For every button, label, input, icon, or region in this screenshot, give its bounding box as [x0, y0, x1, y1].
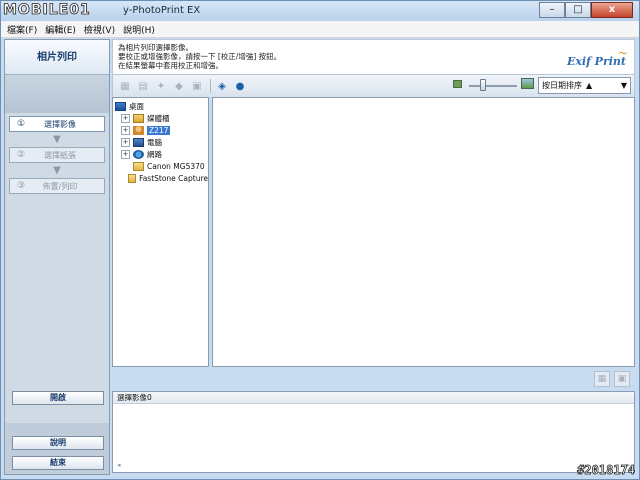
tree-item-label: 媒體櫃: [147, 113, 170, 123]
step-label: 選擇紙張: [44, 150, 76, 160]
computer-icon: [133, 137, 144, 147]
folder-icon: [133, 161, 144, 171]
minimize-button[interactable]: –: [539, 2, 565, 18]
tree-item-library[interactable]: + 媒體櫃: [115, 112, 208, 124]
horizontal-scrollbar[interactable]: ◂ ▸: [114, 461, 633, 471]
tree-item-folder[interactable]: FastStone Capture: [115, 172, 208, 184]
app-window: MOBILE01 y-PhotoPrint EX – □ x 檔案(F) 編輯(…: [0, 0, 640, 480]
zoom-slider-thumb[interactable]: [480, 79, 486, 91]
maximize-button[interactable]: □: [565, 2, 591, 18]
step-layout-print[interactable]: ③ 佈置/列印: [9, 178, 105, 194]
selection-toolbar: ▦ ▣: [112, 369, 635, 389]
network-icon: [133, 149, 144, 159]
browser-area: 桌面 + 媒體櫃 + Z217 + 電腦 + 網路 Canon MG5370 F…: [112, 97, 635, 367]
watermark-logo: MOBILE01: [3, 2, 91, 19]
main-area: 為相片列印選擇影像。 要校正或增強影像，請按一下 [校正/增強] 按鈕。 在結果…: [112, 39, 635, 475]
tree-item-label: 網路: [147, 149, 162, 159]
tree-item-label: Z217: [147, 125, 171, 135]
expand-icon[interactable]: +: [121, 113, 130, 123]
help-button[interactable]: 說明: [12, 436, 104, 450]
arrow-down-icon: ▼: [53, 165, 61, 176]
chevron-down-icon[interactable]: ▼: [621, 81, 627, 90]
scan-icon[interactable]: ◈: [214, 79, 230, 93]
toolbar: ▦ ▤ ✦ ◆ ▣ ◈ ● 按日期排序 ▲ ▼: [112, 75, 635, 97]
selected-images-pane: 選擇影像0 ◂ ▸: [112, 391, 635, 473]
panel-title: 相片列印: [5, 40, 109, 75]
scroll-left-icon[interactable]: ◂: [117, 461, 121, 471]
exit-button[interactable]: 結束: [12, 456, 104, 470]
sort-dropdown[interactable]: 按日期排序 ▲ ▼: [538, 77, 631, 94]
remove-selected-icon[interactable]: ▦: [594, 371, 610, 387]
sort-direction-icon[interactable]: ▲: [586, 81, 592, 90]
remove-all-icon[interactable]: ▣: [614, 371, 630, 387]
enhance-icon[interactable]: ◆: [171, 79, 187, 93]
correct-icon[interactable]: ✦: [153, 79, 169, 93]
zoom-small-icon[interactable]: [453, 80, 462, 88]
menu-view[interactable]: 檢視(V): [84, 23, 115, 36]
expand-icon[interactable]: +: [121, 137, 130, 147]
select-icon[interactable]: ▤: [135, 79, 151, 93]
instruction-panel: 為相片列印選擇影像。 要校正或增強影像，請按一下 [校正/增強] 按鈕。 在結果…: [112, 39, 635, 75]
expand-icon[interactable]: +: [121, 125, 130, 135]
folder-icon: [127, 173, 137, 183]
arrow-down-icon: ▼: [53, 134, 61, 145]
step-select-paper[interactable]: ② 選擇紙張: [9, 147, 105, 163]
menu-help[interactable]: 說明(H): [123, 23, 155, 36]
step-label: 佈置/列印: [42, 181, 78, 191]
menu-edit[interactable]: 編輯(E): [45, 23, 76, 36]
title-bar: MOBILE01 y-PhotoPrint EX – □ x: [1, 1, 639, 21]
user-folder-icon: [133, 125, 144, 135]
tree-item-folder[interactable]: Canon MG5370: [115, 160, 208, 172]
desktop-icon: [115, 101, 126, 111]
watermark-id: #2018174: [577, 463, 635, 478]
panel-spacer: [5, 75, 109, 113]
tree-item-label: 桌面: [129, 101, 144, 111]
zoom-large-icon[interactable]: [521, 78, 534, 89]
folder-tree: 桌面 + 媒體櫃 + Z217 + 電腦 + 網路 Canon MG5370 F…: [112, 97, 209, 367]
logo-text: Exif Print: [566, 55, 626, 68]
tree-item-desktop[interactable]: 桌面: [115, 100, 208, 112]
window-title: y-PhotoPrint EX: [123, 5, 201, 16]
expand-icon[interactable]: +: [121, 149, 130, 159]
step-number: ②: [16, 150, 26, 160]
toolbar-divider: [210, 79, 211, 93]
thumbnail-pane[interactable]: [212, 97, 635, 367]
print-icon[interactable]: ▣: [189, 79, 205, 93]
step-list: ① 選擇影像 ▼ ② 選擇紙張 ▼ ③ 佈置/列印: [5, 113, 109, 423]
library-icon: [133, 113, 144, 123]
open-button[interactable]: 開啟: [12, 391, 104, 405]
zoom-slider-track[interactable]: [469, 85, 517, 87]
step-select-image[interactable]: ① 選擇影像: [9, 116, 105, 132]
instruction-line: 要校正或增強影像，請按一下 [校正/增強] 按鈕。: [118, 52, 282, 61]
instruction-line: 在結果螢幕中套用校正和增強。: [118, 61, 223, 70]
selected-images-header: 選擇影像0: [113, 392, 634, 404]
tree-item-computer[interactable]: + 電腦: [115, 136, 208, 148]
tree-item-label: 電腦: [147, 137, 162, 147]
sort-label: 按日期排序: [542, 81, 582, 90]
menu-bar: 檔案(F) 編輯(E) 檢視(V) 說明(H): [1, 21, 639, 38]
window-controls: – □ x: [539, 2, 633, 18]
tree-item-user[interactable]: + Z217: [115, 124, 208, 136]
menu-file[interactable]: 檔案(F): [7, 23, 37, 36]
grid-icon[interactable]: ▦: [117, 79, 133, 93]
exif-print-logo: 〜 Exif Print: [567, 48, 626, 68]
step-label: 選擇影像: [44, 119, 76, 129]
left-panel: 相片列印 ① 選擇影像 ▼ ② 選擇紙張 ▼ ③ 佈置/列印 開啟 說明 結束: [4, 39, 110, 475]
instruction-line: 為相片列印選擇影像。: [118, 43, 193, 52]
close-button[interactable]: x: [591, 2, 633, 18]
step-number: ①: [16, 119, 26, 129]
tree-item-label: Canon MG5370: [147, 161, 205, 171]
step-number: ③: [16, 181, 26, 191]
tree-item-label: FastStone Capture: [139, 173, 208, 183]
web-icon[interactable]: ●: [232, 79, 248, 93]
tree-item-network[interactable]: + 網路: [115, 148, 208, 160]
